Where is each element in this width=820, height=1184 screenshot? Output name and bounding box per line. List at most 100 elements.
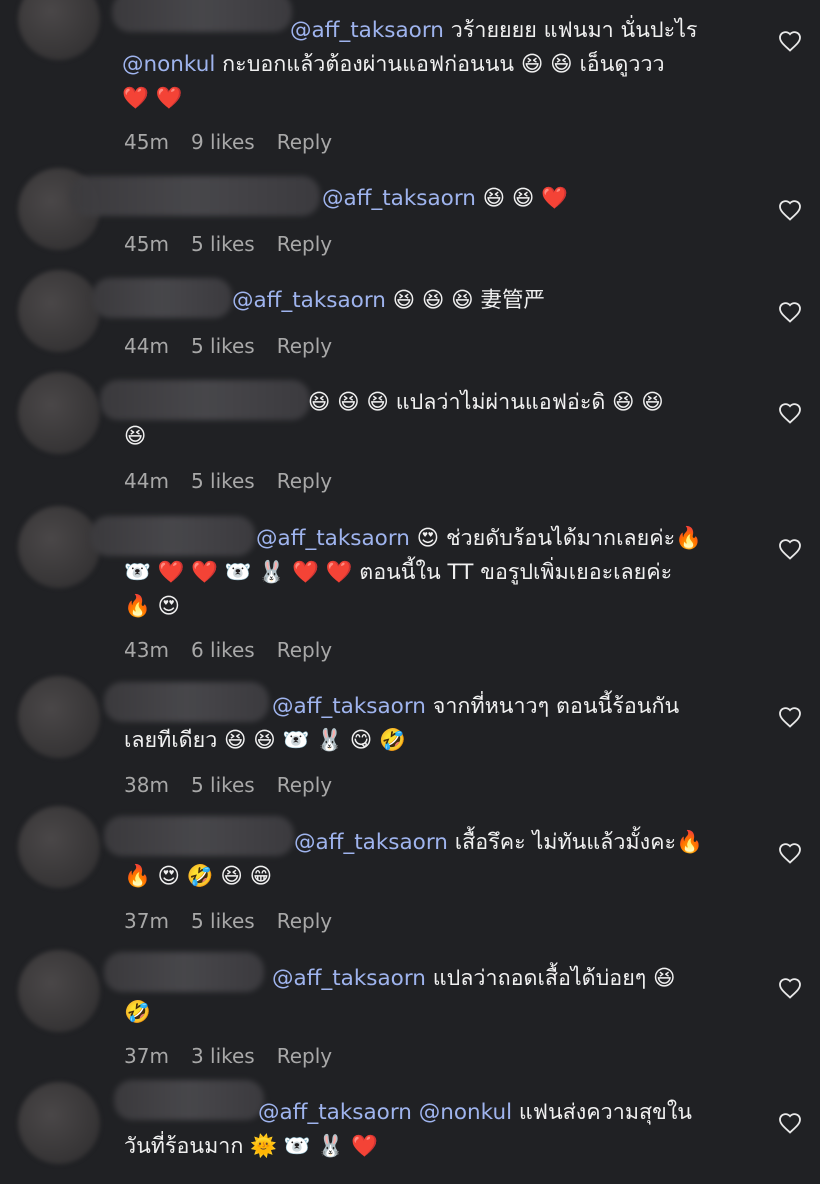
comment-line: 🔥 😍 🤣 😆 😁 <box>0 860 760 894</box>
comment-body: 🔥 😍 🤣 😆 😁 <box>124 864 273 889</box>
heart-outline-icon <box>779 403 801 424</box>
comment-text: 😆 😆 😆 แปลว่าไม่ผ่านแอฟอ่ะดิ 😆 😆 😆 <box>0 386 760 454</box>
comment-line: @aff_taksaorn 😆 😆 😆 妻管严 <box>0 284 760 318</box>
reply-button[interactable]: Reply <box>277 469 332 493</box>
comment-body: 😆 😆 😆 แปลว่าไม่ผ่านแอฟอ่ะดิ 😆 😆 <box>308 390 664 415</box>
comment-text: @aff_taksaorn วร้ายยยย แฟนมา นั่นปะไร @no… <box>0 14 760 116</box>
comment-line: @aff_taksaorn 😍 ช่วยดับร้อนได้มากเลยค่ะ🔥 <box>0 522 760 556</box>
reply-button[interactable]: Reply <box>277 909 332 933</box>
comment-time: 37m <box>124 909 169 933</box>
mention-link[interactable]: @nonkul <box>122 52 215 77</box>
comment-body: 🐻‍❄️ ❤️ ❤️ 🐻‍❄️ 🐰 ❤️ ❤️ ตอนนี้ใน TT ขอรู… <box>124 560 673 585</box>
heart-outline-icon <box>779 843 801 864</box>
mention-link[interactable]: @aff_taksaorn <box>272 966 426 991</box>
comment-time: 45m <box>124 232 169 256</box>
comment-meta: 45m 9 likes Reply <box>124 130 354 154</box>
comment-line: @aff_taksaorn แปลว่าถอดเสื้อได้บ่อยๆ 😆 <box>0 962 760 996</box>
mention-link[interactable]: @aff_taksaorn <box>232 288 386 313</box>
comment-body: 🔥 😍 <box>124 594 181 619</box>
like-heart-icon[interactable] <box>778 538 802 560</box>
reply-button[interactable]: Reply <box>277 334 332 358</box>
heart-outline-icon <box>779 978 801 999</box>
comment-time: 43m <box>124 638 169 662</box>
likes-count[interactable]: 5 likes <box>191 334 255 358</box>
comment-text: @aff_taksaorn เสื้อรึคะ ไม่ทันแล้วมั้งคะ… <box>0 826 760 894</box>
comment-line: @aff_taksaorn วร้ายยยย แฟนมา นั่นปะไร <box>0 14 760 48</box>
comment-body: แฟนส่งความสุขใน <box>512 1100 693 1125</box>
comment-line: ❤️ ❤️ <box>0 82 760 116</box>
like-heart-icon[interactable] <box>778 842 802 864</box>
comment-body: เลยทีเดียว 😆 😆 🐻‍❄️ 🐰 😋 🤣 <box>124 728 406 753</box>
like-heart-icon[interactable] <box>778 30 802 52</box>
comment-body <box>412 1100 419 1125</box>
mention-link[interactable]: @aff_taksaorn <box>322 186 476 211</box>
comment-time: 44m <box>124 469 169 493</box>
comment-text: @aff_taksaorn 😆 😆 😆 妻管严 <box>0 284 760 318</box>
comment-meta: 43m 6 likes Reply <box>124 638 354 662</box>
likes-count[interactable]: 5 likes <box>191 909 255 933</box>
mention-link[interactable]: @aff_taksaorn <box>258 1100 412 1125</box>
comment-meta: 37m 5 likes Reply <box>124 909 354 933</box>
likes-count[interactable]: 5 likes <box>191 232 255 256</box>
comment-text: @aff_taksaorn แปลว่าถอดเสื้อได้บ่อยๆ 😆 🤣 <box>0 962 760 1030</box>
comment-time: 45m <box>124 130 169 154</box>
comment-time: 38m <box>124 773 169 797</box>
reply-button[interactable]: Reply <box>277 130 332 154</box>
comment-line: เลยทีเดียว 😆 😆 🐻‍❄️ 🐰 😋 🤣 <box>0 724 760 758</box>
like-heart-icon[interactable] <box>778 199 802 221</box>
comment-body: วันที่ร้อนมาก 🌞 🐻‍❄️ 🐰 ❤️ <box>124 1134 378 1159</box>
comment-time: 44m <box>124 334 169 358</box>
comment-time: 37m <box>124 1044 169 1068</box>
comment-text: @aff_taksaorn จากที่หนาวๆ ตอนนี้ร้อนกันเ… <box>0 690 760 758</box>
reply-button[interactable]: Reply <box>277 773 332 797</box>
comment-body: 🤣 <box>124 1000 151 1025</box>
comment-line: 😆 <box>0 420 760 454</box>
heart-outline-icon <box>779 1113 801 1134</box>
mention-link[interactable]: @aff_taksaorn <box>272 694 426 719</box>
comment-meta: 37m 3 likes Reply <box>124 1044 354 1068</box>
comment-text: @aff_taksaorn 😆 😆 ❤️ <box>0 182 760 216</box>
comment-line: 🤣 <box>0 996 760 1030</box>
reply-button[interactable]: Reply <box>277 1044 332 1068</box>
reply-button[interactable]: Reply <box>277 232 332 256</box>
comment-line: @aff_taksaorn เสื้อรึคะ ไม่ทันแล้วมั้งคะ… <box>0 826 760 860</box>
mention-link[interactable]: @aff_taksaorn <box>256 526 410 551</box>
comment-line: @aff_taksaorn @nonkul แฟนส่งความสุขใน <box>0 1096 760 1130</box>
like-heart-icon[interactable] <box>778 1112 802 1134</box>
comment-body: จากที่หนาวๆ ตอนนี้ร้อนกัน <box>425 694 680 719</box>
likes-count[interactable]: 5 likes <box>191 469 255 493</box>
like-heart-icon[interactable] <box>778 402 802 424</box>
comment-body: แปลว่าถอดเสื้อได้บ่อยๆ 😆 <box>425 966 676 991</box>
comment-text: @aff_taksaorn 😍 ช่วยดับร้อนได้มากเลยค่ะ🔥… <box>0 522 760 624</box>
likes-count[interactable]: 9 likes <box>191 130 255 154</box>
comment-line: วันที่ร้อนมาก 🌞 🐻‍❄️ 🐰 ❤️ <box>0 1130 760 1164</box>
comment-meta: 45m 5 likes Reply <box>124 232 354 256</box>
like-heart-icon[interactable] <box>778 301 802 323</box>
likes-count[interactable]: 6 likes <box>191 638 255 662</box>
comment-body: ❤️ ❤️ <box>122 86 183 111</box>
heart-outline-icon <box>779 200 801 221</box>
comment-line: 😆 😆 😆 แปลว่าไม่ผ่านแอฟอ่ะดิ 😆 😆 <box>0 386 760 420</box>
mention-link[interactable]: @aff_taksaorn <box>294 830 448 855</box>
comment-meta: 38m 5 likes Reply <box>124 773 354 797</box>
comment-line: @nonkul กะบอกแล้วต้องผ่านแอฟก่อนนน 😆 😆 เ… <box>0 48 760 82</box>
comment-meta: 44m 5 likes Reply <box>124 469 354 493</box>
likes-count[interactable]: 3 likes <box>191 1044 255 1068</box>
comment-body: 😆 😆 ❤️ <box>475 186 569 211</box>
comment-body: 😆 <box>124 424 147 449</box>
comment-line: @aff_taksaorn จากที่หนาวๆ ตอนนี้ร้อนกัน <box>0 690 760 724</box>
comment-meta: 44m 5 likes Reply <box>124 334 354 358</box>
heart-outline-icon <box>779 539 801 560</box>
comment-body: เสื้อรึคะ ไม่ทันแล้วมั้งคะ🔥 <box>447 830 703 855</box>
mention-link[interactable]: @nonkul <box>419 1100 512 1125</box>
mention-link[interactable]: @aff_taksaorn <box>290 18 444 43</box>
like-heart-icon[interactable] <box>778 706 802 728</box>
comment-body: วร้ายยยย แฟนมา นั่นปะไร <box>443 18 698 43</box>
likes-count[interactable]: 5 likes <box>191 773 255 797</box>
like-heart-icon[interactable] <box>778 977 802 999</box>
comment-body: 😆 😆 😆 妻管严 <box>385 288 545 313</box>
comment-line: 🔥 😍 <box>0 590 760 624</box>
reply-button[interactable]: Reply <box>277 638 332 662</box>
comment-line: 🐻‍❄️ ❤️ ❤️ 🐻‍❄️ 🐰 ❤️ ❤️ ตอนนี้ใน TT ขอรู… <box>0 556 760 590</box>
comment-body: 😍 ช่วยดับร้อนได้มากเลยค่ะ🔥 <box>409 526 702 551</box>
